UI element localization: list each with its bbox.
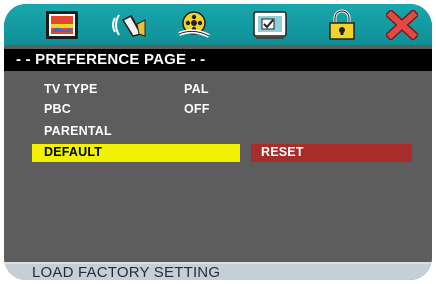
- osd-screen: - - PREFERENCE PAGE - - TV TYPE PAL PBC …: [4, 4, 432, 280]
- menu-item-tv-type[interactable]: TV TYPE: [44, 82, 98, 96]
- tab-bar: [4, 4, 432, 45]
- tv-type-value: PAL: [184, 82, 209, 96]
- close-x-icon: [386, 10, 418, 40]
- tab-password[interactable]: [322, 8, 362, 42]
- menu-item-default-label: DEFAULT: [44, 145, 103, 159]
- tab-preference[interactable]: [250, 8, 290, 42]
- status-bar: LOAD FACTORY SETTING: [4, 262, 432, 280]
- checkbox-screen-icon: [253, 11, 287, 39]
- padlock-icon: [329, 9, 355, 40]
- tab-picture[interactable]: [42, 8, 82, 42]
- menu-item-parental[interactable]: PARENTAL: [44, 124, 112, 138]
- menu-panel: TV TYPE PAL PBC OFF PARENTAL DEFAULT RES…: [4, 71, 432, 262]
- tab-exit[interactable]: [382, 8, 422, 42]
- page-title: - - PREFERENCE PAGE - -: [4, 49, 432, 71]
- menu-item-pbc[interactable]: PBC: [44, 102, 71, 116]
- pbc-value: OFF: [184, 102, 210, 116]
- tab-video[interactable]: [174, 8, 214, 42]
- menu-item-default[interactable]: DEFAULT: [32, 144, 240, 162]
- speaker-audio-icon: [112, 14, 146, 37]
- status-text: LOAD FACTORY SETTING: [32, 264, 221, 280]
- tab-audio[interactable]: [110, 8, 150, 42]
- picture-icon: [46, 11, 78, 39]
- film-reel-icon: [178, 11, 210, 38]
- reset-option[interactable]: RESET: [251, 144, 412, 162]
- reset-option-label: RESET: [261, 145, 304, 159]
